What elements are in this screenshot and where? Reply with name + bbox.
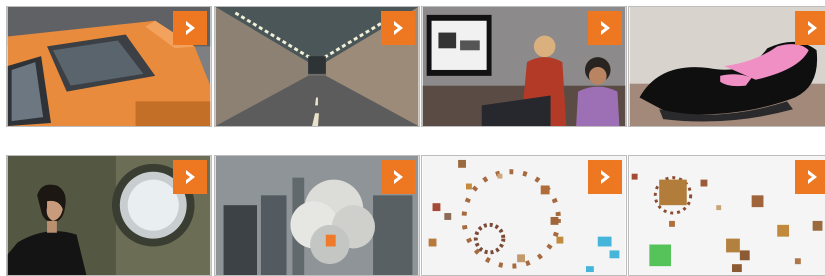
play-arrow-icon <box>795 160 825 194</box>
play-arrow-icon <box>588 160 622 194</box>
tunnel-road-thumbnail[interactable] <box>214 6 420 127</box>
circular-dots-pattern-thumbnail[interactable] <box>421 155 627 276</box>
scattered-squares-pattern-thumbnail[interactable] <box>628 155 825 276</box>
woman-by-porthole-thumbnail[interactable] <box>6 155 212 276</box>
play-button[interactable] <box>381 11 415 45</box>
play-button[interactable] <box>588 11 622 45</box>
yellow-taxi-thumbnail[interactable] <box>6 6 212 127</box>
play-arrow-icon <box>588 11 622 45</box>
play-arrow-icon <box>173 11 207 45</box>
city-smoke-thumbnail[interactable] <box>214 155 420 276</box>
play-arrow-icon <box>381 160 415 194</box>
play-arrow-icon <box>173 160 207 194</box>
play-arrow-icon <box>381 11 415 45</box>
play-button[interactable] <box>795 160 825 194</box>
video-thumbnail-grid <box>0 0 825 276</box>
play-button[interactable] <box>173 160 207 194</box>
play-button[interactable] <box>173 11 207 45</box>
black-lounge-chair-thumbnail[interactable] <box>628 6 825 127</box>
people-watching-screen-thumbnail[interactable] <box>421 6 627 127</box>
play-arrow-icon <box>795 11 825 45</box>
play-button[interactable] <box>588 160 622 194</box>
play-button[interactable] <box>381 160 415 194</box>
play-button[interactable] <box>795 11 825 45</box>
